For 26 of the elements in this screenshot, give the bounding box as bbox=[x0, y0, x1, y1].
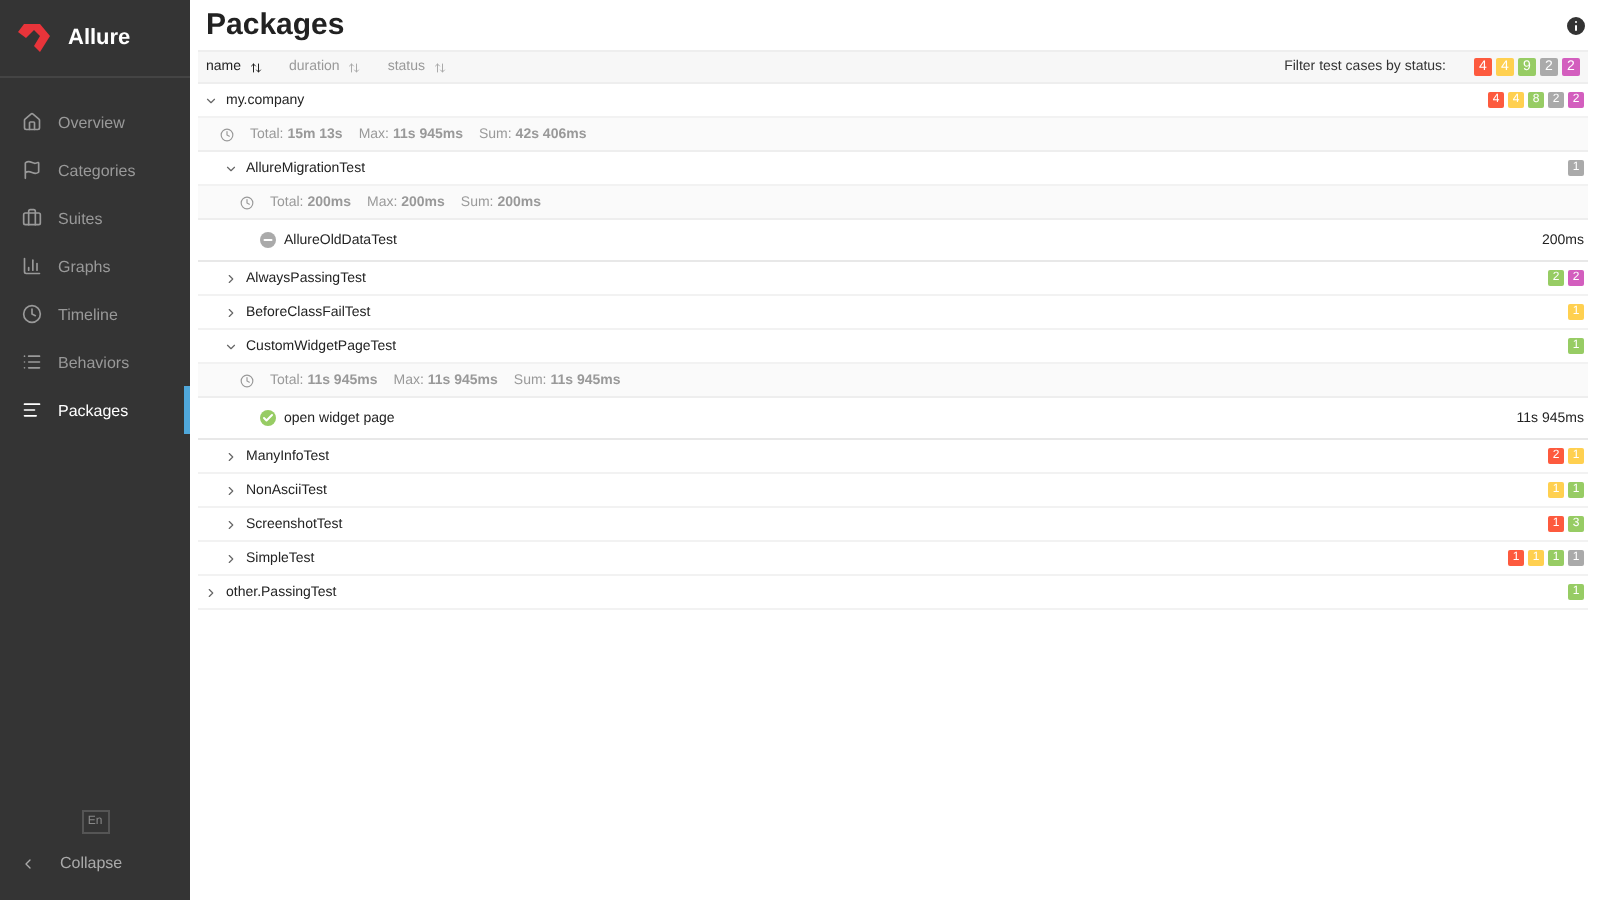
home-icon bbox=[22, 112, 42, 132]
sidebar-item[interactable]: Timeline bbox=[0, 290, 190, 338]
briefcase-icon bbox=[22, 208, 42, 228]
sidebar-item[interactable]: Behaviors bbox=[0, 338, 190, 386]
sidebar-item[interactable]: Categories bbox=[0, 146, 190, 194]
page-title: Packages bbox=[206, 8, 345, 42]
lines-icon bbox=[22, 400, 42, 420]
sidebar-item[interactable]: Overview bbox=[0, 98, 190, 146]
collapse-link[interactable]: Collapse bbox=[0, 854, 190, 900]
clock-icon bbox=[240, 195, 254, 209]
flag-icon bbox=[22, 160, 42, 180]
bar-chart-icon bbox=[22, 256, 42, 276]
sort-icon bbox=[347, 61, 360, 73]
sidebar-item[interactable]: Graphs bbox=[0, 242, 190, 290]
clock-icon bbox=[22, 304, 42, 324]
sidebar-item[interactable]: Packages bbox=[0, 386, 190, 434]
chevron-left-icon bbox=[20, 855, 36, 871]
clock-icon bbox=[240, 373, 254, 387]
sort-icon bbox=[433, 61, 445, 73]
app-name: Allure bbox=[68, 26, 131, 50]
sidebar-item[interactable]: Suites bbox=[0, 194, 190, 242]
clock-icon bbox=[220, 127, 234, 141]
list-icon bbox=[22, 352, 42, 372]
info-icon[interactable] bbox=[1564, 13, 1588, 37]
sort-icon bbox=[249, 61, 262, 73]
logo-icon bbox=[16, 22, 52, 54]
